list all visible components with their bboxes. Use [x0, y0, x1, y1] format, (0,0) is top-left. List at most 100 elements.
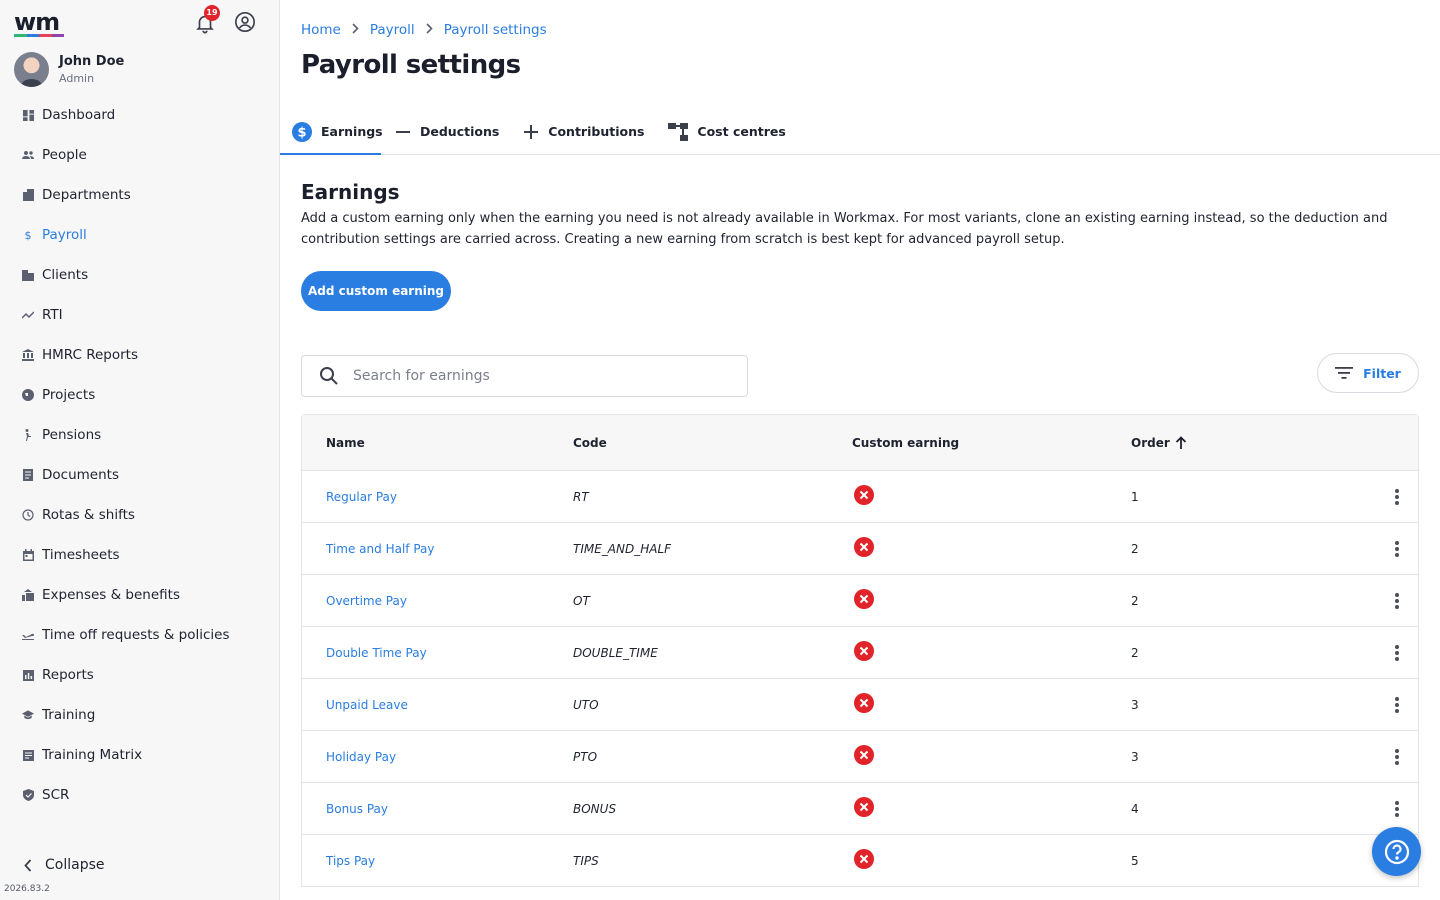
- user-name: John Doe: [59, 54, 125, 69]
- sidebar-item-label: Dashboard: [42, 107, 116, 123]
- earning-name-link[interactable]: Time and Half Pay: [302, 542, 573, 556]
- collapse-label: Collapse: [45, 857, 105, 873]
- sidebar-item-label: HMRC Reports: [42, 347, 139, 363]
- tabs: $ Earnings Deductions Contributions Cost…: [280, 109, 1440, 155]
- more-vertical-icon[interactable]: [1390, 488, 1404, 506]
- sidebar-item-clients[interactable]: Clients: [0, 255, 279, 295]
- dashboard-icon: [22, 109, 34, 121]
- tab-earnings[interactable]: $ Earnings: [280, 109, 383, 155]
- sidebar-item-rotas-shifts[interactable]: Rotas & shifts: [0, 495, 279, 535]
- filter-button[interactable]: Filter: [1317, 353, 1419, 393]
- search-box: [301, 355, 748, 397]
- more-vertical-icon[interactable]: [1390, 592, 1404, 610]
- sidebar-item-training-matrix[interactable]: Training Matrix: [0, 735, 279, 775]
- minus-icon: [395, 124, 411, 140]
- plus-icon: [523, 124, 539, 140]
- user-role: Admin: [59, 72, 95, 85]
- document-icon: [22, 469, 34, 481]
- earning-code: TIPS: [573, 853, 599, 868]
- section-title: Earnings: [301, 180, 400, 204]
- table-row[interactable]: Bonus Pay BONUS 4: [302, 783, 1418, 835]
- sidebar-item-scr[interactable]: SCR: [0, 775, 279, 815]
- cancel-circle-icon: [854, 641, 874, 661]
- sidebar-item-projects[interactable]: Projects: [0, 375, 279, 415]
- sidebar-item-time-off[interactable]: Time off requests & policies: [0, 615, 279, 655]
- earning-order: 4: [1131, 801, 1139, 816]
- tab-label: Cost centres: [697, 124, 786, 139]
- elderly-icon: [22, 429, 34, 441]
- people-icon: [22, 149, 34, 161]
- earning-name-link[interactable]: Overtime Pay: [302, 594, 573, 608]
- table-row[interactable]: Tips Pay TIPS 5: [302, 835, 1418, 887]
- tab-deductions[interactable]: Deductions: [381, 109, 511, 154]
- earning-code: UTO: [573, 697, 599, 712]
- app-logo[interactable]: wm: [14, 8, 64, 37]
- sidebar-item-reports[interactable]: Reports: [0, 655, 279, 695]
- table-row[interactable]: Double Time Pay DOUBLE_TIME 2: [302, 627, 1418, 679]
- help-button[interactable]: [1372, 827, 1421, 876]
- sidebar-item-rti[interactable]: RTI: [0, 295, 279, 335]
- sidebar-item-pensions[interactable]: Pensions: [0, 415, 279, 455]
- user-profile[interactable]: John Doe Admin: [14, 52, 124, 87]
- main-content: Home Payroll Payroll settings Payroll se…: [280, 0, 1440, 900]
- sidebar-item-payroll[interactable]: $ Payroll: [0, 215, 279, 255]
- breadcrumb-payroll[interactable]: Payroll: [370, 22, 415, 38]
- earning-name-link[interactable]: Holiday Pay: [302, 750, 573, 764]
- column-header-code[interactable]: Code: [573, 436, 852, 450]
- table-row[interactable]: Regular Pay RT 1: [302, 471, 1418, 523]
- earning-code: PTO: [573, 749, 598, 764]
- column-header-order-label: Order: [1131, 435, 1170, 450]
- table-row[interactable]: Time and Half Pay TIME_AND_HALF 2: [302, 523, 1418, 575]
- column-header-name[interactable]: Name: [302, 436, 573, 450]
- sidebar-item-label: Projects: [42, 387, 96, 403]
- table-row[interactable]: Overtime Pay OT 2: [302, 575, 1418, 627]
- section-description: Add a custom earning only when the earni…: [301, 211, 1388, 247]
- earning-name-link[interactable]: Double Time Pay: [302, 646, 573, 660]
- sidebar-item-documents[interactable]: Documents: [0, 455, 279, 495]
- tab-cost-centres[interactable]: Cost centres: [656, 109, 797, 154]
- logo-text: wm: [14, 8, 60, 36]
- search-input[interactable]: [353, 368, 713, 384]
- column-header-order[interactable]: Order: [1131, 436, 1351, 450]
- arrow-up-icon: [1175, 435, 1187, 450]
- earning-order: 3: [1131, 749, 1139, 764]
- more-vertical-icon[interactable]: [1390, 644, 1404, 662]
- more-vertical-icon[interactable]: [1390, 696, 1404, 714]
- sidebar-item-hmrc-reports[interactable]: HMRC Reports: [0, 335, 279, 375]
- earning-name-link[interactable]: Regular Pay: [302, 490, 573, 504]
- earning-order: 3: [1131, 697, 1139, 712]
- earning-code: RT: [573, 489, 589, 504]
- sidebar-item-expenses-benefits[interactable]: Expenses & benefits: [0, 575, 279, 615]
- clients-icon: [22, 269, 34, 281]
- earning-name-link[interactable]: Tips Pay: [302, 854, 573, 868]
- sidebar-item-departments[interactable]: Departments: [0, 175, 279, 215]
- earning-name-link[interactable]: Bonus Pay: [302, 802, 573, 816]
- graduation-icon: [22, 709, 34, 721]
- more-vertical-icon[interactable]: [1390, 748, 1404, 766]
- sidebar: wm 19 John Doe Admin Dashboard People De…: [0, 0, 280, 900]
- add-custom-earning-button[interactable]: Add custom earning: [301, 271, 451, 311]
- breadcrumb-payroll-settings[interactable]: Payroll settings: [444, 22, 547, 38]
- sidebar-item-label: Pensions: [42, 427, 102, 443]
- table-row[interactable]: Unpaid Leave UTO 3: [302, 679, 1418, 731]
- app-version: 2026.83.2: [4, 884, 50, 894]
- sidebar-item-timesheets[interactable]: Timesheets: [0, 535, 279, 575]
- plane-icon: [22, 629, 34, 641]
- more-vertical-icon[interactable]: [1390, 540, 1404, 558]
- column-header-custom-earning[interactable]: Custom earning: [852, 436, 1131, 450]
- account-circle-icon[interactable]: [234, 11, 256, 33]
- collapse-button[interactable]: Collapse: [22, 857, 105, 873]
- sidebar-item-people[interactable]: People: [0, 135, 279, 175]
- tab-contributions[interactable]: Contributions: [511, 109, 656, 154]
- table-row[interactable]: Holiday Pay PTO 3: [302, 731, 1418, 783]
- sidebar-item-label: Timesheets: [42, 547, 120, 563]
- more-vertical-icon[interactable]: [1390, 800, 1404, 818]
- sidebar-item-label: Documents: [42, 467, 119, 483]
- dollar-circle-icon: $: [292, 121, 312, 142]
- earning-name-link[interactable]: Unpaid Leave: [302, 698, 573, 712]
- receipt-icon: [22, 589, 34, 601]
- sidebar-item-dashboard[interactable]: Dashboard: [0, 95, 279, 135]
- sidebar-item-training[interactable]: Training: [0, 695, 279, 735]
- breadcrumb-home[interactable]: Home: [301, 22, 341, 38]
- bank-icon: [22, 349, 34, 361]
